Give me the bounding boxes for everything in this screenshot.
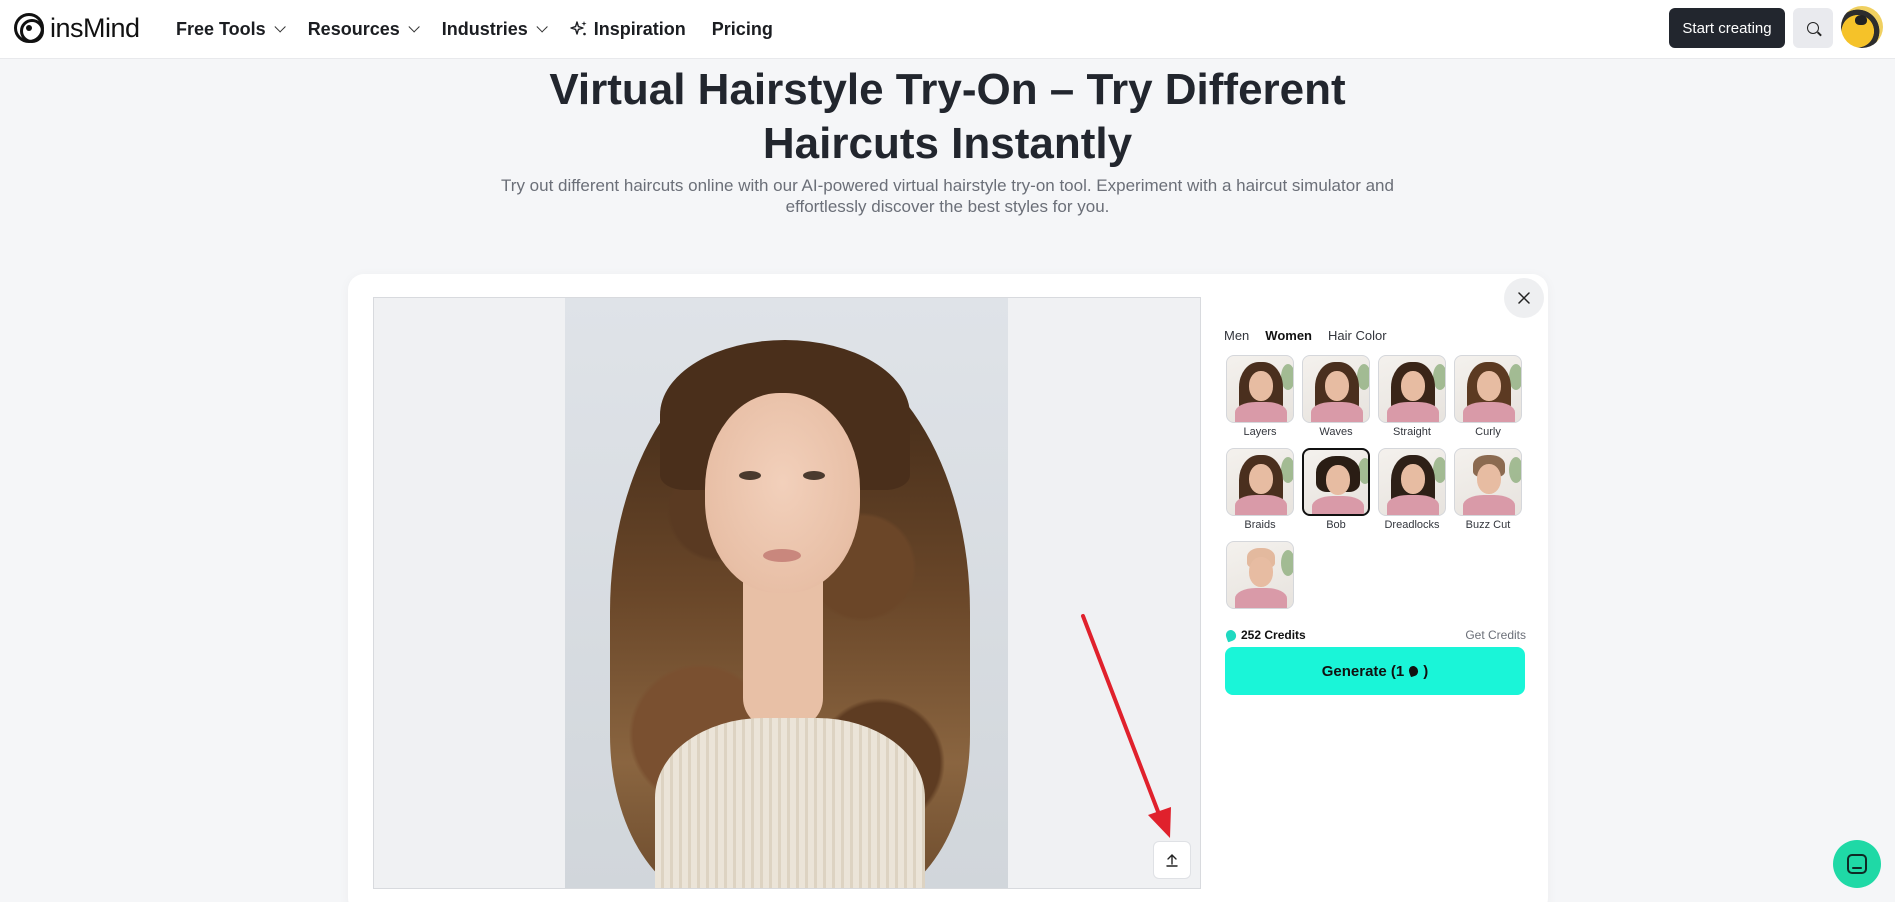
search-button[interactable] xyxy=(1793,8,1833,48)
style-label: Curly xyxy=(1475,426,1501,438)
generate-label: Generate (1 xyxy=(1321,662,1405,680)
nav-inspiration-label: Inspiration xyxy=(593,18,686,39)
credits-count: 252 Credits xyxy=(1241,628,1306,642)
style-thumbnail xyxy=(1378,448,1446,516)
photo-face xyxy=(705,393,860,593)
nav-inspiration[interactable]: Inspiration xyxy=(570,19,686,40)
style-label: Buzz Cut xyxy=(1465,519,1511,531)
style-thumbnail xyxy=(1302,355,1370,423)
get-credits-link[interactable]: Get Credits xyxy=(1465,628,1526,642)
brand-logo[interactable]: insMind xyxy=(14,13,140,43)
chat-support-button[interactable] xyxy=(1833,840,1881,888)
tab-women[interactable]: Women xyxy=(1265,328,1312,343)
style-label: Layers xyxy=(1243,426,1277,438)
style-label: Bob xyxy=(1326,519,1346,531)
close-icon xyxy=(1518,292,1530,304)
nav-links: Free Tools Resources Industries Inspirat… xyxy=(176,14,773,44)
chat-icon xyxy=(1847,854,1867,874)
style-option-bob[interactable]: Bob xyxy=(1302,448,1374,531)
chevron-down-icon xyxy=(274,21,286,33)
nav-pricing-label: Pricing xyxy=(711,18,773,39)
style-thumbnail xyxy=(1454,355,1522,423)
generate-button[interactable]: Generate (1 ) xyxy=(1225,647,1525,695)
style-thumbnail-selected xyxy=(1302,448,1370,516)
style-option-bald[interactable] xyxy=(1226,541,1298,612)
style-thumbnail xyxy=(1226,355,1294,423)
style-thumbnail xyxy=(1226,448,1294,516)
tab-hair-color[interactable]: Hair Color xyxy=(1328,328,1387,343)
style-option-curly[interactable]: Curly xyxy=(1454,355,1526,438)
credit-gem-icon xyxy=(1407,664,1420,678)
chevron-down-icon xyxy=(408,21,420,33)
style-label: Braids xyxy=(1244,519,1276,531)
nav-resources[interactable]: Resources xyxy=(307,18,420,40)
tab-men[interactable]: Men xyxy=(1224,328,1249,343)
generate-suffix: ) xyxy=(1423,662,1429,680)
style-option-dreadlocks[interactable]: Dreadlocks xyxy=(1378,448,1450,531)
page-subtitle: Try out different haircuts online with o… xyxy=(501,176,1394,216)
search-icon xyxy=(1807,22,1819,34)
photo-shirt xyxy=(655,718,925,888)
style-option-layers[interactable]: Layers xyxy=(1226,355,1298,438)
style-option-braids[interactable]: Braids xyxy=(1226,448,1298,531)
style-label: Straight xyxy=(1393,426,1431,438)
style-label: Dreadlocks xyxy=(1384,519,1440,531)
upload-button[interactable] xyxy=(1153,841,1191,879)
credits-row: 252 Credits Get Credits xyxy=(1224,627,1526,643)
style-option-waves[interactable]: Waves xyxy=(1302,355,1374,438)
style-thumbnail xyxy=(1454,448,1522,516)
style-tabs: Men Women Hair Color xyxy=(1224,328,1387,343)
nav-pricing[interactable]: Pricing xyxy=(712,19,773,40)
close-button[interactable] xyxy=(1504,278,1544,318)
nav-free-tools[interactable]: Free Tools xyxy=(176,18,286,40)
uploaded-photo xyxy=(565,298,1008,888)
style-thumbnail xyxy=(1226,541,1294,609)
nav-industries-label: Industries xyxy=(441,18,528,39)
style-option-buzz-cut[interactable]: Buzz Cut xyxy=(1454,448,1526,531)
annotation-arrow-icon xyxy=(1081,614,1171,838)
style-thumbnail xyxy=(1378,355,1446,423)
avatar[interactable] xyxy=(1841,6,1883,48)
page-title-line1: Virtual Hairstyle Try-On – Try Different xyxy=(549,65,1346,114)
nav-industries[interactable]: Industries xyxy=(441,18,548,40)
style-label: Waves xyxy=(1319,426,1353,438)
style-option-straight[interactable]: Straight xyxy=(1378,355,1450,438)
credit-gem-icon xyxy=(1224,628,1238,642)
chevron-down-icon xyxy=(536,21,548,33)
start-creating-button[interactable]: Start creating xyxy=(1669,8,1785,48)
sparkle-icon xyxy=(570,21,587,36)
top-nav: insMind Free Tools Resources Industries … xyxy=(0,0,1895,59)
nav-free-tools-label: Free Tools xyxy=(176,18,266,39)
page-title-line2: Haircuts Instantly xyxy=(762,119,1133,168)
brand-name: insMind xyxy=(50,12,140,43)
nav-resources-label: Resources xyxy=(307,18,400,39)
upload-icon xyxy=(1166,854,1178,867)
logo-icon xyxy=(14,13,44,43)
page-title: Virtual Hairstyle Try-On – Try Different… xyxy=(0,63,1895,171)
